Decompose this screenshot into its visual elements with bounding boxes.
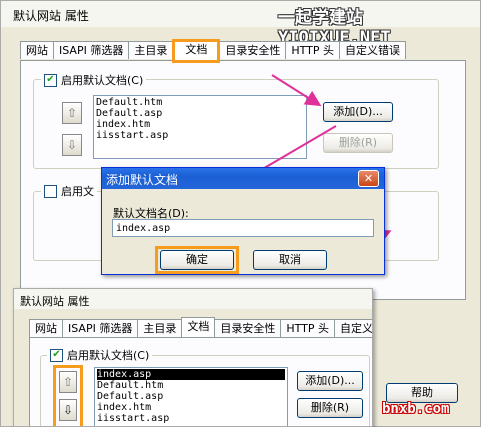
tab-custom-errors[interactable]: 自定义错误 <box>339 41 406 59</box>
tab-website[interactable]: 网站 <box>29 319 63 337</box>
tab-custom-errors[interactable]: 自定义错 <box>334 319 372 337</box>
close-icon: ✕ <box>363 172 374 185</box>
front-dialog: 默认网站 属性 网站 ISAPI 筛选器 主目录 文档 目录安全性 HTTP 头… <box>13 288 373 427</box>
tab-isapi[interactable]: ISAPI 筛选器 <box>53 41 130 59</box>
tab-home-dir[interactable]: 主目录 <box>128 41 174 59</box>
list-item[interactable]: Default.htm <box>97 380 285 391</box>
front-enable-default-row[interactable]: ✔ 启用默认文档(C) <box>47 347 153 363</box>
add-doc-ok-button[interactable]: 确定 <box>160 250 234 270</box>
front-tab-strip: 网站 ISAPI 筛选器 主目录 文档 目录安全性 HTTP 头 自定义错 <box>29 317 372 337</box>
tab-dir-security[interactable]: 目录安全性 <box>214 319 282 337</box>
tab-http-headers[interactable]: HTTP 头 <box>280 319 335 337</box>
tab-home-dir[interactable]: 主目录 <box>137 319 183 337</box>
front-move-down-button[interactable]: ⇩ <box>59 399 77 421</box>
arrow-down-icon: ⇩ <box>62 403 74 417</box>
back-remove-button[interactable]: 删除(R) <box>323 133 393 153</box>
list-item-selected[interactable]: index.asp <box>97 369 285 380</box>
add-doc-close-button[interactable]: ✕ <box>358 170 379 187</box>
tab-documents[interactable]: 文档 <box>172 39 221 63</box>
add-doc-cancel-button[interactable]: 取消 <box>253 250 327 270</box>
arrow-up-icon: ⇧ <box>62 375 74 389</box>
back-dialog-title: 默认网站 属性 <box>13 9 89 23</box>
front-enable-default-checkbox[interactable]: ✔ <box>50 348 63 362</box>
list-item[interactable]: Default.asp <box>96 108 304 119</box>
list-item[interactable]: Default.htm <box>96 97 304 108</box>
list-item[interactable]: index.htm <box>96 119 304 130</box>
back-enable-footer-label: 启用文 <box>61 185 94 198</box>
tab-documents[interactable]: 文档 <box>181 317 216 337</box>
arrow-up-icon: ⇧ <box>66 106 78 120</box>
front-dialog-title: 默认网站 属性 <box>20 295 90 308</box>
help-button[interactable]: 帮助 <box>386 383 458 403</box>
front-add-button[interactable]: 添加(D)... <box>297 371 363 391</box>
watermark-bottom: bnxb.com <box>382 401 450 417</box>
list-item[interactable]: iisstart.asp <box>97 413 285 424</box>
back-add-button[interactable]: 添加(D)... <box>323 102 393 122</box>
tab-dir-security[interactable]: 目录安全性 <box>219 41 287 59</box>
back-default-doc-list[interactable]: Default.htm Default.asp index.htm iissta… <box>93 95 307 159</box>
back-enable-footer-checkbox[interactable] <box>44 184 57 198</box>
add-doc-title: 添加默认文档 <box>106 173 179 187</box>
tab-http-headers[interactable]: HTTP 头 <box>285 41 340 59</box>
front-dialog-titlebar: 默认网站 属性 <box>14 289 372 309</box>
tab-website[interactable]: 网站 <box>20 41 54 59</box>
arrow-down-icon: ⇩ <box>66 138 78 152</box>
front-remove-button[interactable]: 删除(R) <box>297 398 363 418</box>
add-doc-name-input[interactable] <box>112 219 374 237</box>
tab-isapi[interactable]: ISAPI 筛选器 <box>62 319 139 337</box>
list-item[interactable]: index.htm <box>97 402 285 413</box>
back-enable-footer-row[interactable]: 启用文 <box>41 183 97 199</box>
back-enable-default-checkbox[interactable]: ✔ <box>44 73 57 87</box>
front-move-up-button[interactable]: ⇧ <box>59 371 77 393</box>
back-move-up-button[interactable]: ⇧ <box>62 102 82 124</box>
list-item[interactable]: iisstart.asp <box>96 130 304 141</box>
back-enable-default-label: 启用默认文档(C) <box>61 74 144 87</box>
add-doc-dialog: 添加默认文档 ✕ 默认文档名(D): 确定 取消 <box>101 167 385 275</box>
back-enable-default-row[interactable]: ✔ 启用默认文档(C) <box>41 72 147 88</box>
list-item[interactable]: Default.asp <box>97 391 285 402</box>
add-doc-titlebar: 添加默认文档 ✕ <box>102 168 384 189</box>
back-move-down-button[interactable]: ⇩ <box>62 134 82 156</box>
front-enable-default-label: 启用默认文档(C) <box>67 349 150 362</box>
front-default-doc-list[interactable]: index.asp Default.htm Default.asp index.… <box>94 367 288 426</box>
